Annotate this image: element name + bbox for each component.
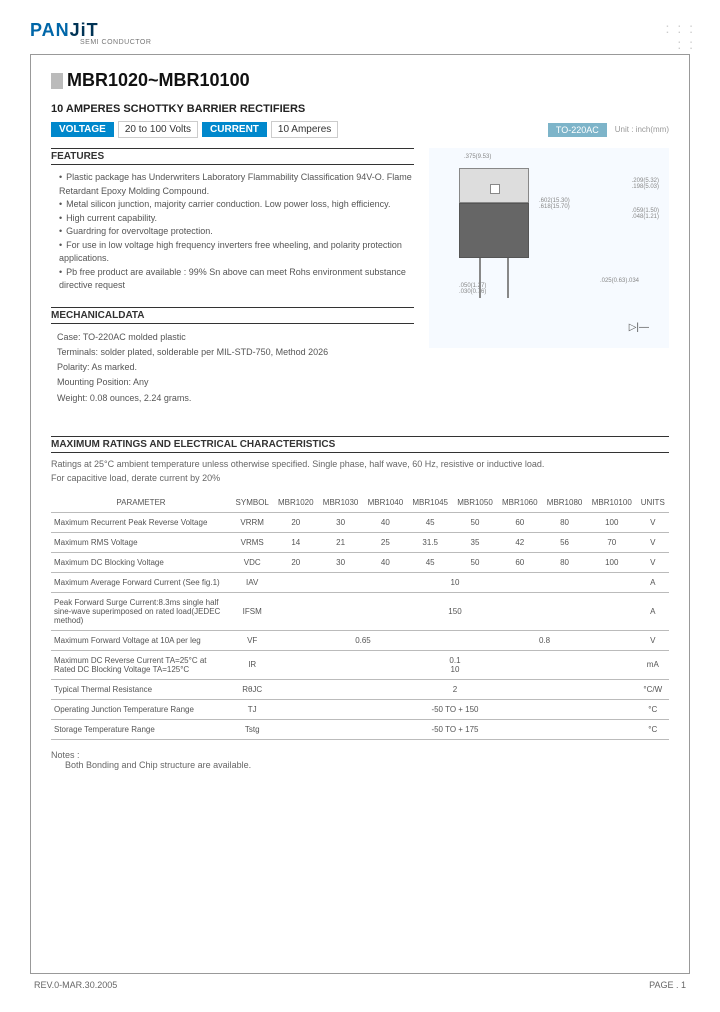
max-ratings-header: MAXIMUM RATINGS AND ELECTRICAL CHARACTER… xyxy=(51,436,669,453)
current-label: CURRENT xyxy=(202,122,267,137)
feature-item: Metal silicon junction, majority carrier… xyxy=(59,198,414,212)
table-header-row: PARAMETER SYMBOL MBR1020 MBR1030 MBR1040… xyxy=(51,493,669,513)
features-list: Plastic package has Underwriters Laborat… xyxy=(51,171,414,293)
th: MBR1050 xyxy=(453,493,498,513)
mech-item: Terminals: solder plated, solderable per… xyxy=(57,345,414,360)
package-unit: Unit : inch(mm) xyxy=(615,125,669,134)
feature-item: For use in low voltage high frequency in… xyxy=(59,239,414,266)
notes-label: Notes : xyxy=(51,750,669,760)
max-desc-1: Ratings at 25°C ambient temperature unle… xyxy=(51,459,669,469)
mech-item: Weight: 0.08 ounces, 2.24 grams. xyxy=(57,391,414,406)
logo-part2: JiT xyxy=(70,20,99,40)
mechanical-list: Case: TO-220AC molded plastic Terminals:… xyxy=(51,330,414,406)
features-header: FEATURES xyxy=(51,148,414,165)
document-subtitle: 10 AMPERES SCHOTTKY BARRIER RECTIFIERS xyxy=(51,103,669,115)
feature-item: Guardring for overvoltage protection. xyxy=(59,225,414,239)
feature-item: High current capability. xyxy=(59,212,414,226)
logo-part1: PAN xyxy=(30,20,70,40)
mech-item: Polarity: As marked. xyxy=(57,360,414,375)
revision-text: REV.0-MAR.30.2005 xyxy=(34,980,117,990)
max-desc-2: For capacitive load, derate current by 2… xyxy=(51,473,669,483)
th: MBR1030 xyxy=(318,493,363,513)
th: MBR1020 xyxy=(273,493,318,513)
table-row: Storage Temperature RangeTstg-50 TO + 17… xyxy=(51,719,669,739)
mechanical-header: MECHANICALDATA xyxy=(51,307,414,324)
th: MBR1040 xyxy=(363,493,408,513)
feature-item: Pb free product are available : 99% Sn a… xyxy=(59,266,414,293)
table-row: Maximum Forward Voltage at 10A per legVF… xyxy=(51,630,669,650)
brand-logo: PANJiT xyxy=(30,20,99,40)
notes-section: Notes : Both Bonding and Chip structure … xyxy=(51,750,669,770)
part-number-title: MBR1020~MBR10100 xyxy=(67,70,250,91)
th: MBR10100 xyxy=(587,493,637,513)
th-symbol: SYMBOL xyxy=(231,493,273,513)
table-row: Peak Forward Surge Current:8.3ms single … xyxy=(51,592,669,630)
table-row: Maximum DC Reverse Current TA=25°C at Ra… xyxy=(51,650,669,679)
table-row: Operating Junction Temperature RangeTJ-5… xyxy=(51,699,669,719)
th: MBR1080 xyxy=(542,493,587,513)
title-accent-box xyxy=(51,73,63,89)
page-number: PAGE . 1 xyxy=(649,980,686,990)
current-value: 10 Amperes xyxy=(271,121,338,138)
voltage-label: VOLTAGE xyxy=(51,122,114,137)
table-row: Maximum Recurrent Peak Reverse VoltageVR… xyxy=(51,512,669,532)
th-units: UNITS xyxy=(637,493,669,513)
th: MBR1060 xyxy=(497,493,542,513)
notes-body: Both Bonding and Chip structure are avai… xyxy=(51,760,669,770)
th-param: PARAMETER xyxy=(51,493,231,513)
package-label: TO-220AC xyxy=(548,123,607,137)
mech-item: Case: TO-220AC molded plastic xyxy=(57,330,414,345)
diode-symbol-icon: ▷|— xyxy=(629,322,649,333)
table-row: Maximum DC Blocking VoltageVDC2030404550… xyxy=(51,552,669,572)
logo-subtitle: SEMI CONDUCTOR xyxy=(80,39,151,46)
table-row: Maximum Average Forward Current (See fig… xyxy=(51,572,669,592)
mech-item: Mounting Position: Any xyxy=(57,375,414,390)
table-row: Maximum RMS VoltageVRMS14212531.53542567… xyxy=(51,532,669,552)
decorative-dots: : : : : : xyxy=(666,20,695,52)
table-row: Typical Thermal ResistanceRθJC2°C/W xyxy=(51,679,669,699)
document-frame: MBR1020~MBR10100 10 AMPERES SCHOTTKY BAR… xyxy=(30,54,690,974)
feature-item: Plastic package has Underwriters Laborat… xyxy=(59,171,414,198)
th: MBR1045 xyxy=(408,493,453,513)
voltage-value: 20 to 100 Volts xyxy=(118,121,198,138)
parameter-table: PARAMETER SYMBOL MBR1020 MBR1030 MBR1040… xyxy=(51,493,669,740)
package-diagram: .375(9.53) .602(15.30).618(15.70) .050(1… xyxy=(429,148,669,348)
